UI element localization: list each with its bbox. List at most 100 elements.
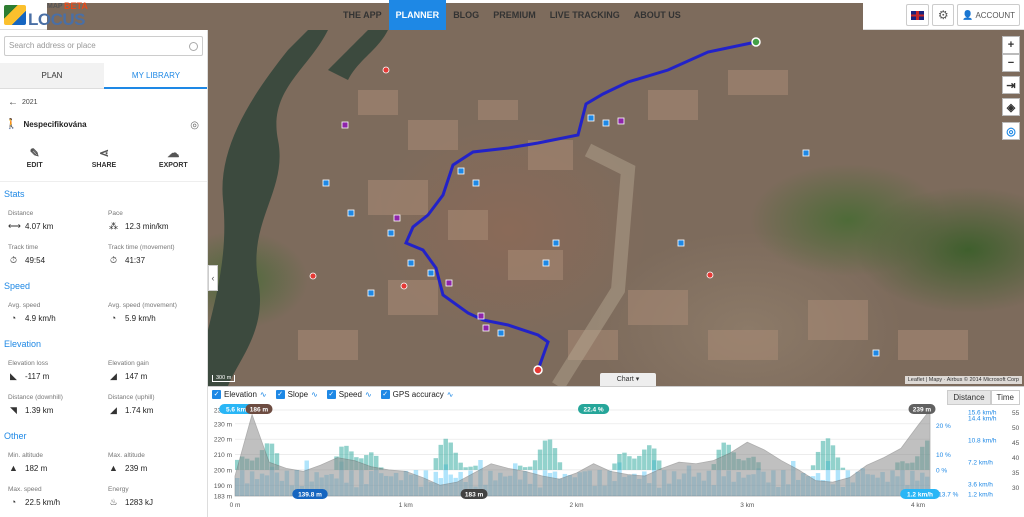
checkbox-icon[interactable]: ✓ [326,390,336,399]
toggle-time[interactable]: Time [990,390,1020,405]
stat-track-time: Track time ⏱ 49:54 [8,244,103,266]
stat-max-speed: Max. speed ◔ 22.5 km/h [8,486,103,507]
marker-speed-end: 1.2 km/h [907,492,933,499]
route-end-icon[interactable] [533,365,543,375]
sidebar-tabs: PLAN MY LIBRARY [0,63,207,89]
stat-value: 4.07 km [25,222,54,231]
sparkline-icon: ∿ [446,390,454,399]
uphill-icon: ◢ [110,405,117,415]
nav-planner[interactable]: PLANNER [388,0,447,30]
route-start-icon[interactable] [751,37,761,47]
elevation-chart[interactable]: 183 m 190 m 200 m 210 m 220 m 230 m 239 m 0 m 1 … [208,404,1024,516]
visibility-off-icon[interactable]: ◎ [190,120,199,131]
logo-name-text: LOCUS [28,10,86,29]
y-tick-label: 220 m [214,437,232,444]
back-link[interactable]: ← 2021 [8,97,38,108]
stat-value: 1.39 km [25,406,54,415]
stat-value: 4.9 km/h [25,313,56,323]
search-icon[interactable] [189,42,198,51]
stat-label: Track time [8,244,39,251]
account-label: ACCOUNT [975,10,1015,20]
chevron-left-icon: ‹ [211,273,215,283]
slope-bar [647,445,652,470]
stat-avg-speed: Avg. speed ◔ 4.9 km/h [8,302,103,323]
stat-value: 147 m [125,372,148,381]
legend-slope[interactable]: ✓ Slope ∿ [275,390,318,399]
x-tick-label: 2 km [569,502,583,509]
sparkline-icon: ∿ [364,390,372,399]
legend-speed[interactable]: ✓ Speed ∿ [326,390,372,399]
chart-toggle-label: Chart [616,376,634,383]
edit-label: EDIT [26,162,43,169]
slope-bar [840,467,846,470]
exit-icon[interactable]: ⇥ [1002,76,1020,94]
top-bar: MAP BETA LOCUS THE APP PLANNER BLOG PREM… [0,0,1024,359]
share-button[interactable]: ⋖ SHARE [74,146,134,181]
tab-plan[interactable]: PLAN [0,63,104,89]
checkbox-icon[interactable]: ✓ [275,390,285,399]
slope-bar [815,451,821,470]
y-gps-tick-label: 35 [1012,470,1020,477]
mountain-down-icon: ◣ [10,371,17,381]
edit-button[interactable]: ✎ EDIT [5,146,65,181]
stat-label: Distance (downhill) [8,394,63,401]
y-slope-tick-label: 10 % [936,452,951,459]
legend-elevation[interactable]: ✓ Elevation ∿ [212,390,267,399]
slope-bar [830,445,836,470]
tab-my-library[interactable]: MY LIBRARY [104,63,207,89]
slope-bar [468,466,473,470]
slope-bar [637,455,642,470]
nav-about-us[interactable]: ABOUT US [627,0,688,30]
stat-value: 12.3 min/km [125,222,169,231]
locus-logo[interactable]: MAP BETA LOCUS [4,1,863,359]
stat-value: 182 m [25,463,48,473]
slope-bar [552,448,558,470]
slope-bar [473,465,478,470]
nav-premium[interactable]: PREMIUM [486,0,543,30]
chart-toggle-button[interactable]: Chart ▾ [600,373,656,386]
stat-elevation-loss: Elevation loss ◣ -117 m [8,360,103,382]
nav-live-tracking[interactable]: LIVE TRACKING [543,0,627,30]
stat-value: 239 m [125,463,148,473]
top-right-controls: ⚙ 👤 ACCOUNT [906,4,1020,26]
nav-the-app[interactable]: THE APP [336,0,389,30]
route-line[interactable] [404,40,757,371]
settings-button[interactable]: ⚙ [932,4,955,26]
zoom-in-button[interactable]: + [1002,36,1020,54]
stat-label: Avg. speed (movement) [108,302,177,309]
collapse-sidebar-button[interactable]: ‹ [208,265,218,291]
track-name: Nespecifikována [23,120,87,129]
slope-bar [433,458,439,470]
stat-value: 41:37 [125,256,146,265]
legend-gps-accuracy[interactable]: ✓ GPS accuracy ∿ [380,390,454,399]
export-label: EXPORT [158,162,188,169]
toggle-distance[interactable]: Distance [947,390,991,405]
layers-icon[interactable]: ◈ [1002,98,1020,116]
account-button[interactable]: 👤 ACCOUNT [957,4,1020,26]
zoom-out-button[interactable]: − [1002,54,1020,72]
stat-label: Max. speed [8,486,42,493]
checkbox-icon[interactable]: ✓ [380,390,390,399]
logo-icon [4,5,26,25]
slope-bar [527,466,533,470]
slope-bar [463,467,468,470]
stat-value: 22.5 km/h [25,497,61,507]
locate-icon[interactable]: ◎ [1002,122,1020,140]
slope-bar [627,456,632,470]
timer-icon: ⏱ [109,255,118,265]
x-tick-label: 4 km [911,502,925,509]
chart-legend: ✓ Elevation ∿ ✓ Slope ∿ ✓ Speed ∿ ✓ GPS accurac… [212,390,453,399]
user-icon: 👤 [962,9,974,20]
checkbox-icon[interactable]: ✓ [212,390,221,399]
nav-blog[interactable]: BLOG [446,0,486,30]
stat-elevation-gain: Elevation gain ◢ 147 m [108,360,203,382]
search-input[interactable]: Search address or place [4,36,203,56]
marker-elev-start: 186 m [250,407,269,414]
stat-label: Min. altitude [8,452,44,459]
map-view[interactable]: + − ⇥ ◈ ◎ 300 m Chart ▾ Leaflet | Mapy ·… [208,30,1024,386]
legend-label: Elevation [224,390,257,399]
language-button[interactable] [906,4,930,26]
map-attribution: Leaflet | Mapy · Airbus © 2014 Microsoft… [904,376,1022,384]
export-button[interactable]: ☁ EXPORT [143,146,203,181]
axis-toggle: Distance Time [947,390,1020,405]
